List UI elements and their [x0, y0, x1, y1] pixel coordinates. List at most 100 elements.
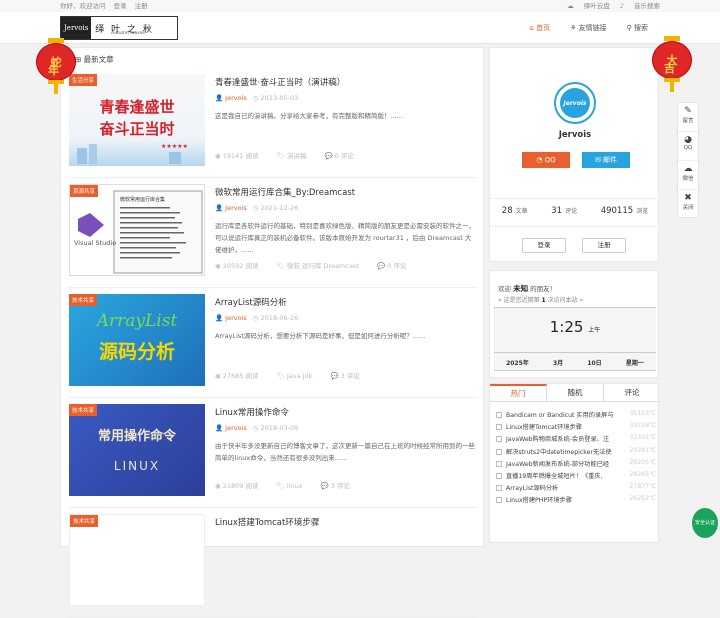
comments-stat[interactable]: 💬 3 评论	[330, 372, 367, 380]
item-count: 32331℃	[627, 434, 656, 442]
post-author[interactable]: 👤 Jervois	[215, 204, 247, 212]
post-title[interactable]: Linux常用操作命令	[215, 406, 289, 418]
comments-text: 3 评论	[330, 482, 351, 490]
tags-stat[interactable]: 🏷 Java jdk	[277, 372, 321, 380]
tab-comments[interactable]: 评论	[604, 384, 660, 401]
count-posts: 28 文章	[502, 206, 528, 216]
comments-stat[interactable]: 💬 0 评论	[377, 262, 414, 270]
item-title: 直播19周年燃爆全城短片！《重庆,	[506, 472, 603, 480]
nav-links[interactable]: ⚘ 友情链接	[570, 23, 607, 33]
qq-button[interactable]: ◔ QQ	[522, 152, 570, 168]
list-item[interactable]: 直播19周年燃爆全城短片！《重庆, 28265℃	[496, 470, 656, 483]
top-bar: 你好，欢迎访问 登录 注册 ☁ 绎叶云盘 ♪ 音乐搜索	[0, 0, 720, 12]
list-item[interactable]: JavaWeb新闻发布系统-部分功能已经 29205℃	[496, 458, 656, 471]
comments-stat[interactable]: 💬 0 评论	[324, 152, 361, 160]
item-title: Linux搭建PHP环境步骤	[506, 497, 572, 505]
music-link[interactable]: ♪ 音乐搜索	[620, 2, 660, 10]
profile-card: Jervois Jervois ◔ QQ ✉ 邮件 28 文章 31 评论 4901…	[489, 47, 660, 262]
list-item[interactable]: JavaWeb购物商城系统-会员登录、注 32331℃	[496, 434, 656, 446]
floating-toolbar: ✎ 留言 ◕ QQ ☁ 微信 ✖ 关闭	[677, 102, 699, 218]
count-posts-label: 文章	[515, 207, 528, 215]
post-item: 常用操作命令 LINUX 技术共享 Linux常用操作命令 👤 Jervois ◷…	[69, 404, 477, 508]
post-thumbnail[interactable]: 青春逢盛世 奋斗正当时 ★★★★★ 生活分享	[69, 74, 205, 166]
top-login-link[interactable]: 登录	[114, 2, 127, 10]
float-close[interactable]: ✖ 关闭	[678, 190, 698, 219]
views-text: 19141 阅读	[222, 152, 259, 160]
top-register-link[interactable]: 注册	[135, 2, 148, 10]
post-stats: ◉ 21809 阅读 🏷 linux 💬 3 评论	[215, 480, 366, 490]
post-title[interactable]: ArrayList源码分析	[215, 296, 287, 308]
clock-icon: ◷	[252, 94, 259, 102]
clock-icon: ◷	[252, 204, 259, 212]
site-counts: 28 文章 31 评论 490115 浏览	[490, 198, 660, 222]
post-thumbnail[interactable]: 技术共享	[69, 514, 205, 606]
post-meta: 👤 Jervois ◷ 2021-12-26	[215, 204, 298, 212]
avatar[interactable]: Jervois	[554, 82, 596, 124]
post-thumbnail[interactable]: ArrayList 源码分析 技术共享	[69, 294, 205, 386]
author-name: Jervois	[225, 424, 247, 432]
tags-text: 演讲稿	[286, 152, 307, 160]
comments-text: 0 评论	[334, 152, 354, 160]
nav-search[interactable]: ⚲ 搜索	[627, 23, 648, 33]
post-author[interactable]: 👤 Jervois	[215, 314, 247, 322]
tab-hot[interactable]: 热门	[490, 384, 547, 401]
views-stat: ◉ 21809 阅读	[215, 482, 259, 490]
clock-display: 1:25 上午 2025年 3月 10日 星期一	[494, 307, 656, 371]
list-item[interactable]: Linux搭建PHP环境步骤 26252℃	[496, 495, 656, 507]
cloud-link[interactable]: ☁ 绎叶云盘	[567, 2, 610, 10]
post-title[interactable]: Linux搭建Tomcat环境步骤	[215, 516, 319, 528]
greeting-text: 你好，欢迎访问	[60, 2, 106, 10]
vs-logo-shape	[78, 213, 104, 237]
bullet-icon	[496, 436, 502, 443]
float-message[interactable]: ✎ 留言	[678, 103, 698, 132]
views-text: 21809 阅读	[222, 482, 259, 490]
comments-stat[interactable]: 💬 3 评论	[321, 482, 358, 490]
thumb-graphic: 青春逢盛世 奋斗正当时 ★★★★★	[77, 98, 188, 164]
item-count: 35123℃	[627, 410, 656, 417]
category-badge[interactable]: 资源共享	[70, 185, 99, 197]
list-item[interactable]: ArrayList源码分析 27877℃	[496, 483, 656, 495]
float-qq[interactable]: ◕ QQ	[678, 132, 698, 161]
post-thumbnail[interactable]: 常用操作命令 LINUX 技术共享	[69, 404, 205, 496]
bullet-icon	[496, 497, 502, 504]
security-badge[interactable]: 安全认证	[692, 508, 718, 538]
list-item[interactable]: 解决struts2中datetimepicker无法使 29281℃	[496, 446, 656, 459]
lantern-left-char2: 年	[48, 64, 59, 77]
float-wechat-label: 微信	[682, 176, 694, 182]
item-count: 29281℃	[627, 446, 656, 454]
site-logo[interactable]: Jervois 绎 叶 之 秋 Autumn leaves	[60, 16, 178, 40]
list-item[interactable]: Bandicam or Bandicut 实用的录屏与 35123℃	[496, 410, 656, 422]
post-title[interactable]: 微软常用运行库合集_By:Dreamcast	[215, 186, 355, 198]
clock-time: 1:25 上午	[494, 318, 656, 336]
category-badge[interactable]: 技术共享	[70, 515, 99, 527]
tags-stat[interactable]: 🏷 演讲稿	[277, 152, 315, 160]
main-nav: ⌂ 首页 ⚘ 友情链接 ⚲ 搜索	[509, 12, 648, 44]
tags-stat[interactable]: 🏷 微软 运行库 Dreamcast	[277, 262, 367, 270]
count-views: 490115 浏览	[601, 206, 648, 216]
float-wechat[interactable]: ☁ 微信	[678, 161, 698, 190]
cloud-label: 绎叶云盘	[583, 2, 610, 10]
list-item[interactable]: Linux搭建Tomcat环境步骤 33218℃	[496, 422, 656, 434]
item-title: JavaWeb新闻发布系统-部分功能已经	[506, 460, 610, 468]
post-thumbnail[interactable]: 微软常用运行库合集 Visual Studio 资源共享	[69, 184, 205, 276]
login-button[interactable]: 登录	[522, 238, 566, 253]
category-badge[interactable]: 技术共享	[69, 294, 98, 306]
post-stats: ◉ 20592 阅读 🏷 微软 运行库 Dreamcast 💬 0 评论	[215, 260, 422, 270]
clock-widget: 欢迎 未知 的朋友！ » 这是您近期第 1 次访问本站 » 1:25 上午 20…	[489, 270, 659, 378]
logo-en: Jervois	[61, 17, 92, 39]
tags-stat[interactable]: 🏷 linux	[277, 482, 311, 490]
post-title[interactable]: 青春逢盛世·奋斗正当时（演讲稿）	[215, 76, 345, 88]
post-date: 2021-12-26	[260, 204, 299, 212]
category-badge[interactable]: 技术共享	[69, 404, 98, 416]
mail-button[interactable]: ✉ 邮件	[582, 152, 630, 168]
post-author[interactable]: 👤 Jervois	[215, 94, 247, 102]
register-button[interactable]: 注册	[582, 238, 626, 253]
tab-random[interactable]: 随机	[547, 384, 604, 401]
nav-home[interactable]: ⌂ 首页	[529, 23, 550, 33]
comments-text: 0 评论	[387, 262, 407, 270]
date-bar: 2025年 3月 10日 星期一	[494, 352, 656, 372]
post-item: 青春逢盛世 奋斗正当时 ★★★★★ 生活分享 青春逢盛世·奋斗正当时（演讲稿） …	[69, 74, 477, 178]
post-author[interactable]: 👤 Jervois	[215, 424, 247, 432]
item-count: 26252℃	[627, 495, 656, 503]
qq-label: QQ	[544, 156, 556, 164]
